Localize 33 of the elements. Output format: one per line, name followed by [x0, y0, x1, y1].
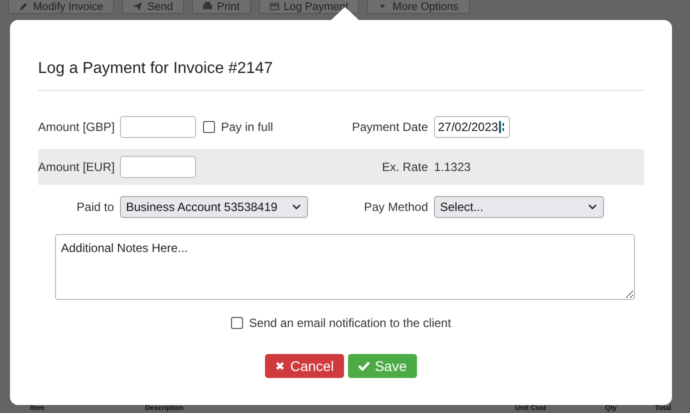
exchange-rate: 1.1323 — [434, 160, 471, 174]
amount-input[interactable] — [120, 116, 196, 138]
field-label: Pay Method — [362, 200, 428, 214]
check-icon — [358, 361, 370, 371]
field-label: Ex. Rate — [380, 160, 428, 174]
field-label: Paid to — [76, 200, 114, 214]
toolbar-button[interactable]: More Options — [367, 0, 470, 14]
field-label: Amount [EUR] — [38, 160, 114, 174]
email-checkbox[interactable]: Send an email notification to the client — [230, 316, 452, 330]
account-select[interactable]: Business Account 53538419 — [120, 196, 308, 218]
toolbar-button[interactable]: Send — [122, 0, 184, 14]
date-input[interactable]: 27/02/2023 — [434, 116, 510, 138]
chevron-icon — [292, 204, 301, 210]
toolbar-button[interactable]: Print — [192, 0, 251, 14]
toolbar-button[interactable]: Modify Invoice — [8, 0, 114, 14]
cancel-button[interactable]: Cancel — [265, 354, 344, 378]
pencil-icon — [19, 2, 28, 11]
cursor-icon — [499, 121, 506, 133]
caret-icon — [378, 2, 388, 11]
pay-in-full-checkbox[interactable]: Pay in full — [203, 120, 274, 134]
field-label: Payment Date — [350, 120, 428, 134]
card-icon — [270, 2, 279, 11]
dialog-title: Log a Payment for Invoice #2147 — [38, 20, 644, 91]
notes-field[interactable]: Additional Notes Here... — [55, 234, 635, 300]
toolbar-button[interactable]: Log Payment — [258, 0, 360, 14]
close-icon — [275, 361, 286, 371]
save-button[interactable]: Save — [348, 354, 417, 378]
print-icon — [203, 2, 212, 11]
method-select[interactable]: Select... — [434, 196, 604, 218]
field-label: Amount [GBP] — [38, 120, 114, 134]
plane-icon — [133, 2, 142, 11]
amount-input[interactable] — [120, 156, 196, 178]
chevron-icon — [588, 204, 597, 210]
